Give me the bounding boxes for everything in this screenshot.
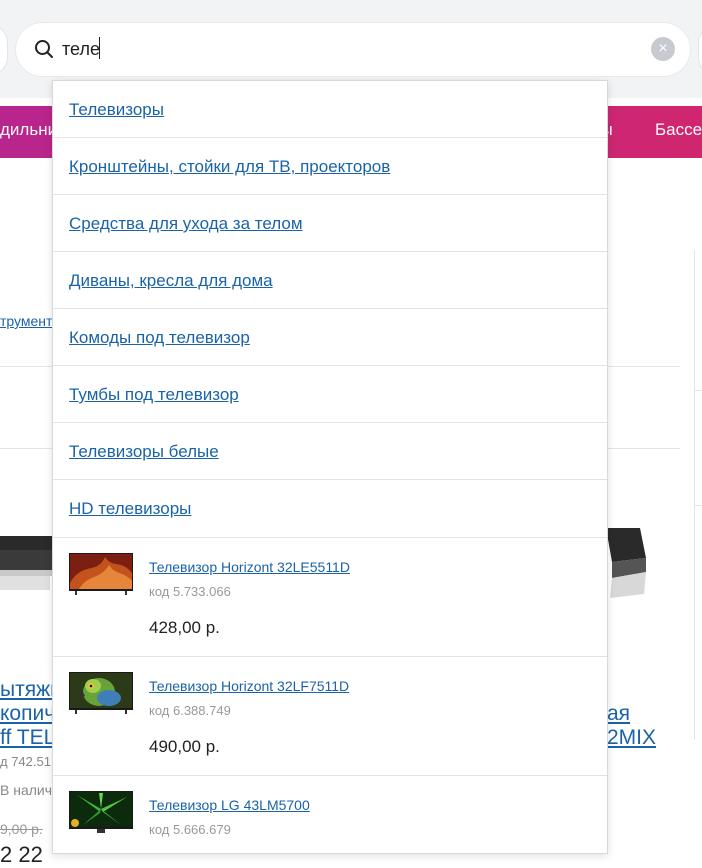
title-line[interactable]: 2MIX (607, 726, 656, 750)
category-link[interactable]: Бассе (655, 120, 702, 140)
suggestion-link[interactable]: Диваны, кресла для дома (69, 271, 273, 291)
title-line[interactable]: ff TEL (0, 726, 59, 750)
divider (694, 250, 695, 740)
search-icon (35, 40, 53, 58)
title-line[interactable]: ая (607, 702, 656, 726)
product-price: 428,00 р. (149, 618, 220, 637)
title-line[interactable]: ытяжк (0, 678, 59, 702)
product-name-link[interactable]: Телевизор LG 43LM5700 (149, 797, 310, 813)
suggestion-link[interactable]: Телевизоры (69, 100, 164, 120)
search-suggestions-dropdown: Телевизоры Кронштейны, стойки для ТВ, пр… (52, 80, 608, 854)
range-hood-image (0, 536, 52, 590)
divider (694, 390, 702, 391)
suggestion-item[interactable]: Телевизоры белые (53, 423, 607, 480)
suggestion-link[interactable]: Средства для ухода за телом (69, 214, 303, 234)
search-input[interactable] (62, 35, 622, 63)
product-price: 490,00 р. (149, 737, 220, 756)
suggestion-link[interactable]: HD телевизоры (69, 499, 191, 519)
product-name-link[interactable]: Телевизор Horizont 32LF7511D (149, 678, 349, 694)
product-name-link[interactable]: Телевизор Horizont 32LE5511D (149, 559, 350, 575)
suggestion-link[interactable]: Комоды под телевизор (69, 328, 250, 348)
product-code: д 742.51 (0, 754, 51, 769)
old-price: 9,00 р. (0, 821, 43, 837)
suggestion-item[interactable]: Комоды под телевизор (53, 309, 607, 366)
suggestion-item[interactable]: Диваны, кресла для дома (53, 252, 607, 309)
product-price: 2 22 (0, 842, 43, 867)
product-suggestion[interactable]: Телевизор LG 43LM5700 код 5.666.679 (53, 776, 607, 853)
suggestion-link[interactable]: Тумбы под телевизор (69, 385, 239, 405)
divider (694, 505, 702, 506)
close-icon: × (658, 40, 668, 57)
stock-status: В налич (0, 782, 53, 798)
suggestion-item[interactable]: Средства для ухода за телом (53, 195, 607, 252)
product-code: код 5.666.679 (149, 822, 231, 837)
suggestion-link[interactable]: Телевизоры белые (69, 442, 219, 462)
profile-button[interactable] (698, 24, 702, 76)
range-hood-image (606, 528, 646, 598)
product-title[interactable]: ытяжк копич ff TEL (0, 678, 59, 750)
product-code: код 6.388.749 (149, 703, 231, 718)
suggestion-item[interactable]: Телевизоры (53, 81, 607, 138)
category-link[interactable]: дильни (0, 120, 57, 140)
suggestion-item[interactable]: Тумбы под телевизор (53, 366, 607, 423)
product-code: код 5.733.066 (149, 584, 231, 599)
tv-thumbnail (69, 791, 133, 833)
tools-link[interactable]: трумент (0, 313, 52, 329)
product-suggestion[interactable]: Телевизор Horizont 32LF7511D код 6.388.7… (53, 657, 607, 776)
tv-thumbnail (69, 553, 133, 595)
clear-search-button[interactable]: × (651, 37, 675, 61)
suggestion-item[interactable]: HD телевизоры (53, 480, 607, 538)
tv-thumbnail (69, 672, 133, 714)
text-caret (99, 37, 100, 59)
product-suggestion[interactable]: Телевизор Horizont 32LE5511D код 5.733.0… (53, 538, 607, 657)
suggestion-item[interactable]: Кронштейны, стойки для ТВ, проекторов (53, 138, 607, 195)
suggestion-link[interactable]: Кронштейны, стойки для ТВ, проекторов (69, 157, 390, 177)
catalog-button[interactable] (0, 24, 8, 76)
title-line[interactable]: копич (0, 702, 59, 726)
search-box[interactable] (16, 23, 690, 76)
product-title[interactable]: ая 2MIX (607, 702, 656, 750)
